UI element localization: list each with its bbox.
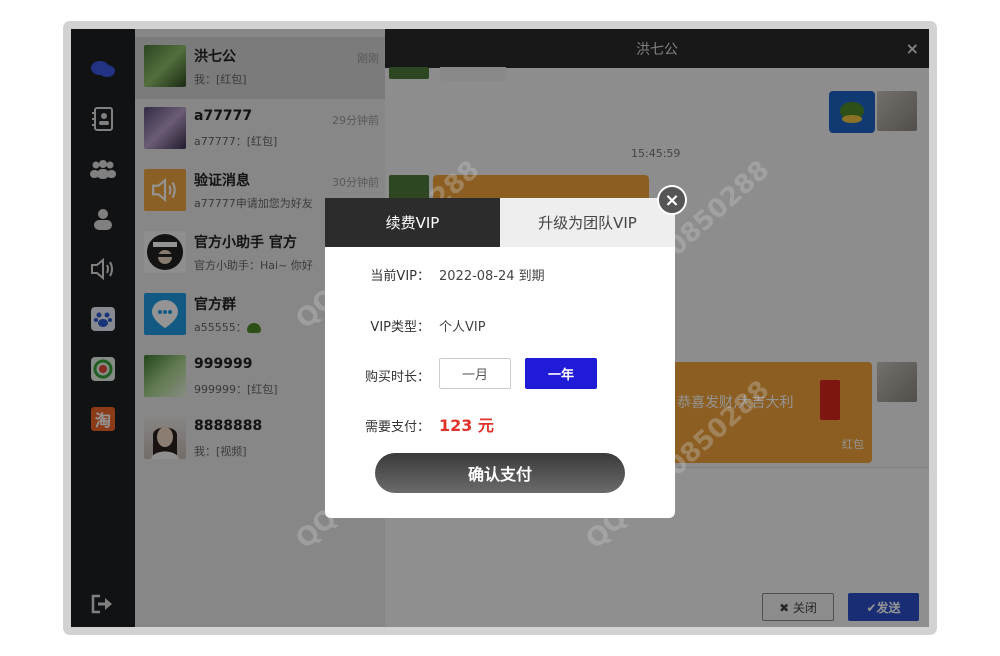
- vip-modal: 续费VIP 升级为团队VIP 当前VIP： 2022-08-24 到期 VIP类…: [325, 198, 675, 518]
- close-icon[interactable]: ×: [657, 185, 687, 215]
- duration-option-year[interactable]: 一年: [525, 358, 597, 389]
- vip-type-label: VIP类型：: [370, 320, 430, 335]
- duration-option-month[interactable]: 一月: [439, 358, 511, 389]
- current-vip-label: 当前VIP：: [370, 269, 430, 284]
- price-value: 123 元: [439, 416, 494, 435]
- current-vip-value: 2022-08-24 到期: [439, 269, 545, 284]
- tab-upgrade-team-vip[interactable]: 升级为团队VIP: [500, 198, 675, 247]
- modal-tabs: 续费VIP 升级为团队VIP: [325, 198, 675, 247]
- vip-type-value: 个人VIP: [439, 320, 486, 335]
- duration-label: 购买时长：: [364, 370, 430, 385]
- confirm-pay-button[interactable]: 确认支付: [375, 453, 625, 493]
- tab-renew-vip[interactable]: 续费VIP: [325, 198, 500, 247]
- pay-label: 需要支付：: [364, 420, 430, 435]
